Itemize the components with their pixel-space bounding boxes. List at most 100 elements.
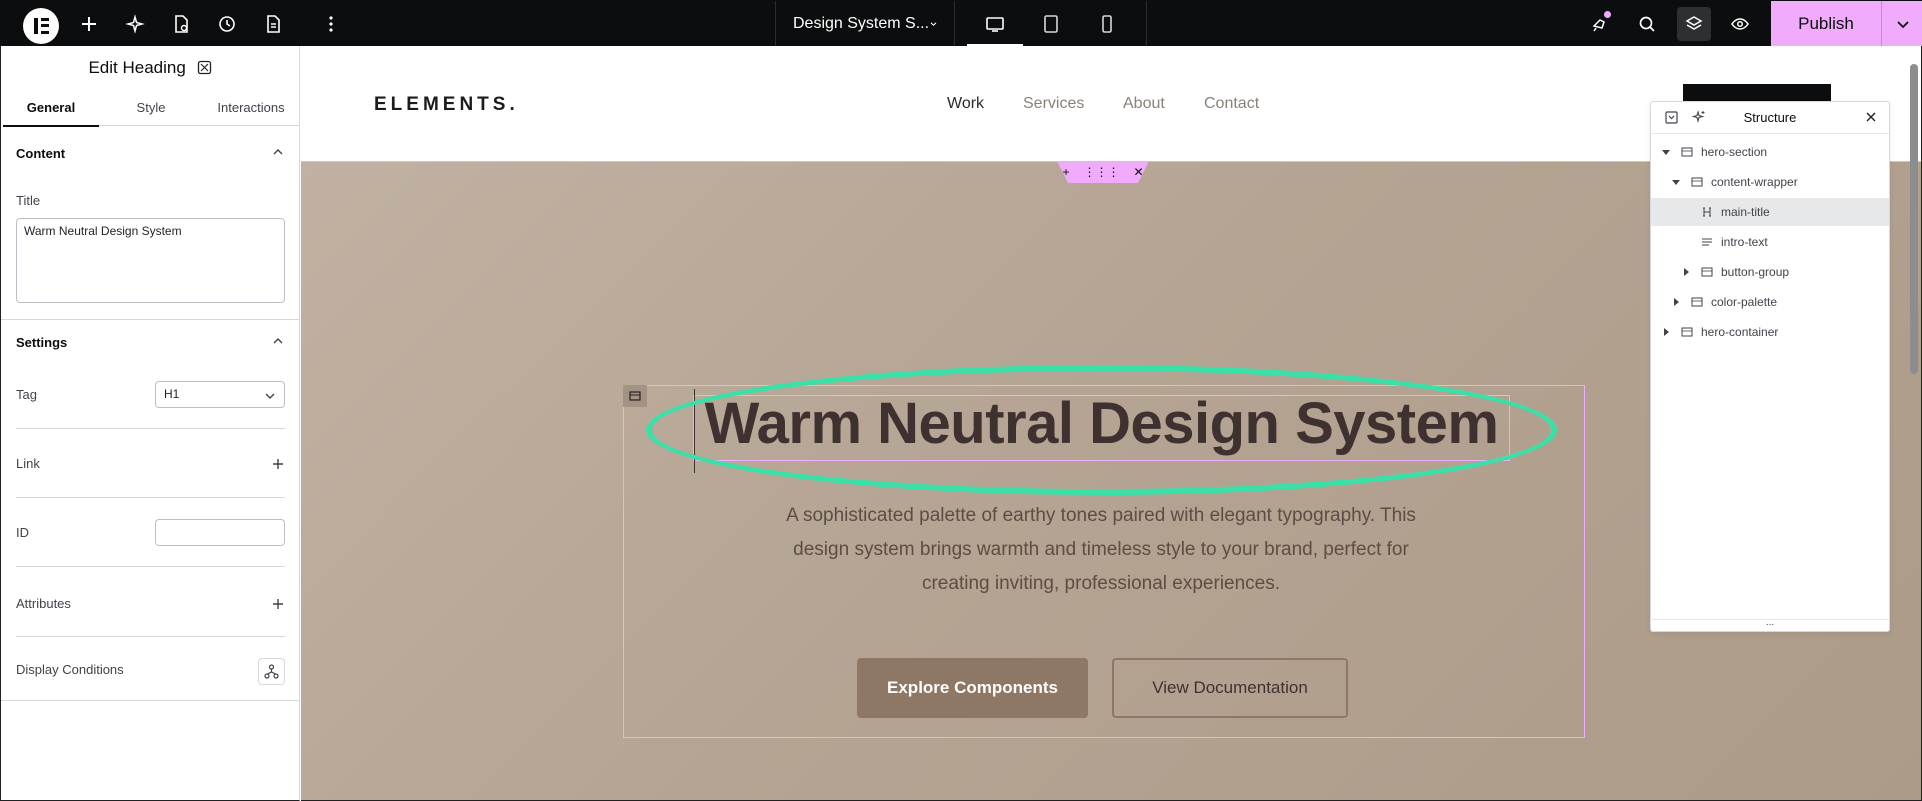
nav-item-about[interactable]: About: [1123, 95, 1165, 113]
title-field-label: Title: [16, 193, 41, 208]
panel-title: Edit Heading: [1, 58, 299, 80]
intro-line: design system brings warmth and timeless…: [793, 539, 1409, 560]
caret-down-icon[interactable]: [1671, 177, 1681, 187]
structure-header: Structure: [1651, 102, 1889, 134]
section-divider: [1, 319, 299, 320]
canvas-scrollbar[interactable]: [1910, 64, 1918, 374]
elementor-logo-icon[interactable]: [23, 8, 59, 44]
history-icon[interactable]: [210, 7, 244, 41]
tree-item-label: button-group: [1721, 265, 1790, 279]
panel-title-text: Edit Heading: [88, 58, 186, 77]
container-icon: [1681, 327, 1693, 337]
intro-line: creating inviting, professional experien…: [921, 573, 1281, 594]
section-handle[interactable]: + ⋮⋮⋮ ✕: [1057, 161, 1149, 183]
ai-sparkle-icon[interactable]: [118, 7, 152, 41]
tree-item-hero-container[interactable]: hero-container: [1651, 318, 1889, 346]
tree-item-label: hero-container: [1701, 325, 1779, 339]
top-bar: Design System S... Publish: [0, 0, 1922, 47]
structure-title: Structure: [1743, 110, 1797, 125]
tree-item-hero-section[interactable]: hero-section: [1651, 138, 1889, 166]
content-section-toggle[interactable]: Content: [16, 146, 284, 161]
section-divider: [1, 700, 299, 701]
tab-general[interactable]: General: [3, 100, 99, 127]
nav-item-services[interactable]: Services: [1023, 95, 1084, 113]
nav-item-contact[interactable]: Contact: [1204, 95, 1259, 113]
caret-right-icon[interactable]: [1681, 267, 1691, 277]
display-conditions-label: Display Conditions: [16, 662, 124, 677]
document-title-dropdown[interactable]: Design System S...: [775, 1, 955, 47]
add-element-icon[interactable]: [72, 7, 106, 41]
intro-text[interactable]: A sophisticated palette of earthy tones …: [741, 499, 1461, 601]
field-divider: [16, 566, 285, 567]
structure-resize-handle[interactable]: ...: [1651, 618, 1889, 631]
view-documentation-button[interactable]: View Documentation: [1112, 658, 1348, 718]
settings-section-toggle[interactable]: Settings: [16, 335, 284, 350]
content-section-title: Content: [16, 146, 66, 161]
toolbar-divider: [1146, 1, 1147, 47]
id-input[interactable]: [155, 519, 285, 546]
tree-item-label: hero-section: [1701, 145, 1768, 159]
desktop-view-icon[interactable]: [967, 1, 1023, 47]
page-document-icon[interactable]: [256, 7, 290, 41]
ai-icon[interactable]: [197, 60, 212, 80]
tab-style[interactable]: Style: [103, 100, 199, 126]
site-brand-logo[interactable]: ELEMENTS.: [374, 94, 519, 116]
tree-item-intro-text[interactable]: intro-text: [1651, 228, 1889, 256]
tree-item-label: content-wrapper: [1711, 175, 1798, 189]
conditions-network-icon: [264, 664, 279, 679]
chevron-down-icon: [930, 22, 937, 27]
preview-eye-icon[interactable]: [1723, 7, 1757, 41]
title-textarea[interactable]: Warm Neutral Design System: [16, 218, 285, 303]
tree-item-label: color-palette: [1711, 295, 1778, 309]
structure-panel: Structure hero-section content-wrapper m…: [1650, 101, 1890, 632]
close-icon[interactable]: [1863, 109, 1879, 125]
container-icon: [1681, 147, 1693, 157]
layers-structure-icon[interactable]: [1677, 7, 1711, 41]
attributes-field-label: Attributes: [16, 596, 71, 611]
caret-right-icon[interactable]: [1671, 297, 1681, 307]
publish-button[interactable]: Publish: [1771, 1, 1881, 47]
page-settings-icon[interactable]: [164, 7, 198, 41]
field-divider: [16, 497, 285, 498]
tab-interactions[interactable]: Interactions: [203, 100, 299, 126]
add-link-plus-icon[interactable]: [271, 457, 285, 471]
chevron-up-icon: [273, 149, 283, 155]
document-title: Design System S...: [793, 15, 930, 32]
display-conditions-button[interactable]: [258, 658, 285, 685]
caret-right-icon[interactable]: [1661, 327, 1671, 337]
container-icon: [1691, 177, 1703, 187]
tree-item-label: intro-text: [1721, 235, 1768, 249]
mobile-view-icon[interactable]: [1079, 1, 1135, 47]
settings-section-title: Settings: [16, 335, 68, 350]
chevron-up-icon: [273, 338, 283, 344]
tree-item-main-title[interactable]: main-title: [1651, 198, 1889, 226]
tree-item-content-wrapper[interactable]: content-wrapper: [1651, 168, 1889, 196]
explore-components-button[interactable]: Explore Components: [857, 658, 1088, 718]
tree-item-button-group[interactable]: button-group: [1651, 258, 1889, 286]
add-attribute-plus-icon[interactable]: [271, 597, 285, 611]
field-divider: [16, 428, 285, 429]
container-handle-icon[interactable]: [623, 385, 647, 407]
tablet-view-icon[interactable]: [1023, 1, 1079, 47]
editor-panel: Edit Heading General Style Interactions …: [0, 46, 300, 801]
drag-handle-icon[interactable]: ⋮⋮⋮: [1083, 165, 1119, 179]
notification-dot: [1604, 11, 1611, 18]
publish-options-chevron-icon[interactable]: [1881, 1, 1922, 47]
more-options-icon[interactable]: [314, 7, 348, 41]
search-icon[interactable]: [1630, 7, 1664, 41]
nav-item-work[interactable]: Work: [947, 95, 984, 113]
tag-select-value: H1: [164, 387, 180, 401]
tag-field-label: Tag: [16, 387, 37, 402]
container-icon: [1691, 297, 1703, 307]
chevron-down-icon: [265, 393, 275, 399]
field-divider: [16, 636, 285, 637]
link-field-label: Link: [16, 456, 40, 471]
caret-down-icon[interactable]: [1661, 147, 1671, 157]
intro-line: A sophisticated palette of earthy tones …: [786, 505, 1416, 526]
tree-item-label: main-title: [1721, 205, 1770, 219]
container-icon: [1701, 267, 1713, 277]
panel-tabs: General Style Interactions: [3, 100, 299, 127]
tag-select[interactable]: H1: [155, 381, 285, 408]
whats-new-icon[interactable]: [1583, 7, 1617, 41]
tree-item-color-palette[interactable]: color-palette: [1651, 288, 1889, 316]
